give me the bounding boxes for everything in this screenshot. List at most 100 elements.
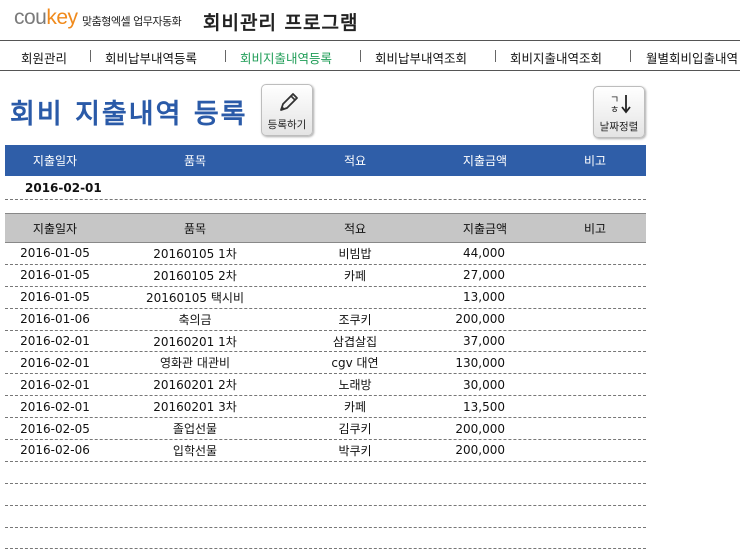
cell-date: 2016-02-01 (20, 355, 90, 370)
cell-desc: 노래방 (338, 378, 372, 393)
cell-amount: 44,000 (463, 246, 505, 261)
cell-item: 20160105 1차 (153, 246, 237, 261)
cell-desc: 카페 (343, 400, 367, 415)
register-button[interactable]: 등록하기 (261, 84, 313, 136)
cell-desc: 비빔밥 (338, 246, 372, 261)
cell-note (525, 506, 635, 527)
sort-by-date-button[interactable]: ㄱ ㅎ 날짜정렬 (593, 86, 645, 138)
cell-date: 2016-02-05 (20, 421, 90, 436)
top-header: coukey 맞춤형엑셀 업무자동화 회비관리 프로그램 (0, 0, 740, 40)
cell-amount: 130,000 (455, 355, 505, 370)
nav-divider (495, 50, 496, 62)
cell-date: 2016-02-01 (20, 334, 90, 348)
cell-note (525, 265, 635, 286)
entry-date-field[interactable]: 2016-02-01 (25, 181, 102, 195)
table-row[interactable] (5, 528, 646, 550)
cell-desc (290, 528, 420, 549)
nav-expense-inquiry[interactable]: 회비지출내역조회 (510, 48, 602, 67)
cell-note (525, 374, 635, 395)
table-row[interactable]: 2016-02-01 영화관 대관비 cgv 대연 130,000 (5, 352, 646, 375)
col-header-note: 비고 (583, 221, 607, 236)
cell-item (115, 528, 275, 549)
col-header-note: 비고 (583, 154, 607, 168)
cell-amount: 37,000 (463, 334, 505, 348)
cell-amount (405, 528, 505, 549)
cell-desc (290, 462, 420, 483)
cell-date (5, 462, 105, 483)
col-header-desc: 적요 (343, 221, 367, 236)
cell-desc: 조쿠키 (338, 312, 372, 327)
logo-text-b: key (46, 6, 78, 29)
table-row[interactable]: 2016-02-05 졸업선물 김쿠키 200,000 (5, 418, 646, 441)
cell-item (115, 462, 275, 483)
cell-date: 2016-01-05 (20, 290, 90, 305)
nav-divider (360, 50, 361, 62)
table-row[interactable]: 2016-02-01 20160201 3차 카페 13,500 (5, 396, 646, 419)
cell-note (525, 396, 635, 417)
col-header-desc: 적요 (343, 154, 367, 168)
cell-amount: 200,000 (455, 312, 505, 327)
cell-desc: 삼겹살집 (332, 334, 378, 349)
table-row[interactable]: 2016-02-01 20160201 1차 삼겹살집 37,000 (5, 331, 646, 353)
table-row[interactable] (5, 506, 646, 528)
cell-date: 2016-01-05 (20, 268, 90, 283)
cell-amount (405, 462, 505, 483)
expense-list: 2016-01-05 20160105 1차 비빔밥 44,000 2016-01-05… (5, 243, 646, 550)
col-header-amount: 지출금액 (462, 221, 508, 236)
cell-note (525, 462, 635, 483)
cell-note (525, 331, 635, 352)
col-header-item: 품목 (183, 221, 207, 236)
cell-item: 20160201 2차 (153, 378, 237, 393)
cell-item: 20160105 택시비 (145, 290, 244, 305)
table-row[interactable]: 2016-01-05 20160105 택시비 13,000 (5, 287, 646, 309)
nav-member[interactable]: 회원관리 (21, 48, 67, 67)
cell-note (525, 287, 635, 308)
cell-date (5, 506, 105, 527)
table-row[interactable]: 2016-01-06 축의금 조쿠키 200,000 (5, 309, 646, 331)
entry-input-row[interactable]: 2016-02-01 (5, 176, 646, 200)
cell-date: 2016-02-01 (20, 377, 90, 392)
col-header-date: 지출일자 (32, 221, 78, 236)
cell-desc: 카페 (343, 268, 367, 283)
cell-amount: 13,000 (463, 290, 505, 305)
nav-fee-payment-register[interactable]: 회비납부내역등록 (105, 48, 197, 67)
table-row[interactable]: 2016-02-01 20160201 2차 노래방 30,000 (5, 374, 646, 397)
cell-item: 축의금 (178, 312, 212, 327)
cell-desc: 박쿠키 (338, 443, 372, 458)
table-row[interactable]: 2016-01-05 20160105 2차 카페 27,000 (5, 265, 646, 287)
entry-header: 지출일자 품목 적요 지출금액 비고 (5, 145, 646, 176)
slogan: 맞춤형엑셀 업무자동화 (82, 15, 182, 28)
nav-monthly-report[interactable]: 월별회비입출내역 (646, 48, 738, 67)
cell-item (115, 484, 275, 505)
col-header-date: 지출일자 (32, 154, 78, 168)
cell-amount: 13,500 (463, 399, 505, 414)
table-row[interactable] (5, 462, 646, 484)
cell-note (525, 528, 635, 549)
nav-fee-payment-inquiry[interactable]: 회비납부내역조회 (375, 48, 467, 67)
cell-date: 2016-01-05 (20, 246, 90, 261)
cell-amount: 27,000 (463, 268, 505, 283)
register-button-label: 등록하기 (267, 119, 307, 131)
cell-date: 2016-01-06 (20, 312, 90, 327)
page-title: 회비 지출내역 등록 (10, 99, 248, 130)
cell-date: 2016-02-01 (20, 399, 90, 414)
logo-text-a: cou (14, 6, 47, 29)
nav-divider (225, 50, 226, 62)
cell-date: 2016-02-06 (20, 443, 90, 458)
table-row[interactable]: 2016-02-06 입학선물 박쿠키 200,000 (5, 440, 646, 462)
cell-note (525, 418, 635, 439)
cell-note (525, 309, 635, 330)
cell-note (525, 243, 635, 264)
table-row[interactable] (5, 484, 646, 506)
cell-amount (405, 484, 505, 505)
table-row[interactable]: 2016-01-05 20160105 1차 비빔밥 44,000 (5, 243, 646, 265)
cell-note (525, 440, 635, 461)
list-header: 지출일자 품목 적요 지출금액 비고 (5, 213, 646, 243)
pencil-icon (280, 93, 298, 111)
nav-expense-register[interactable]: 회비지출내역등록 (240, 48, 332, 67)
main-nav: 회원관리 회비납부내역등록 회비지출내역등록 회비납부내역조회 회비지출내역조회… (0, 40, 740, 71)
coukey-logo: coukey (14, 6, 78, 30)
cell-desc (290, 287, 420, 308)
sort-button-label: 날짜정렬 (599, 121, 639, 133)
cell-item: 20160201 3차 (153, 400, 237, 415)
